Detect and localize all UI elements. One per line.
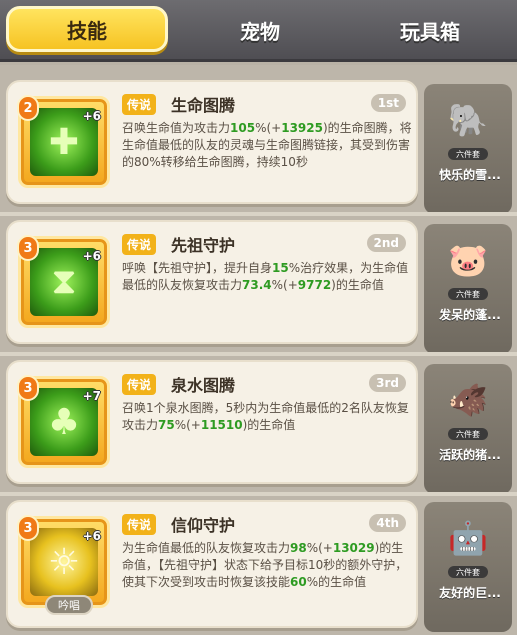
skill-description: 呼唤【先祖守护】，提升自身15%治疗效果，为生命值最低的队友恢复攻击力73.4%…: [122, 261, 409, 292]
skill-icon-slot: ✚ 2 +6: [17, 95, 110, 188]
pig-pet-icon: 🐷: [448, 241, 488, 279]
divider: [0, 352, 517, 356]
skill-card[interactable]: ⧗ 3 +6 传说 先祖守护 2nd 呼唤【先祖守护】，提升自身15%治疗效果，…: [6, 220, 418, 344]
tab-pets[interactable]: 宠物: [185, 8, 335, 52]
pet-slot[interactable]: 🤖 六件套 友好的巨...: [424, 502, 512, 632]
skill-icon-slot: ☼ 3 +6 吟唱: [17, 515, 110, 615]
skill-level-badge: 3: [17, 235, 39, 261]
pet-name: 快乐的雪...: [439, 168, 501, 182]
pet-name: 发呆的蓬...: [439, 308, 501, 322]
boar-pet-icon: 🐗: [448, 381, 488, 419]
skill-plus-level: +6: [82, 249, 101, 263]
skill-level-badge: 2: [17, 95, 39, 121]
skill-plus-level: +6: [82, 109, 101, 123]
elephant-pet-icon: 🐘: [448, 101, 488, 139]
skill-name: 先祖守护: [171, 236, 236, 255]
tab-toybox[interactable]: 玩具箱: [350, 8, 510, 52]
robot-pet-icon: 🤖: [448, 519, 488, 557]
pet-set-badge: 六件套: [448, 428, 488, 440]
pet-name: 活跃的猪...: [439, 448, 501, 462]
rarity-tag: 传说: [122, 514, 157, 535]
chant-badge: 吟唱: [45, 595, 93, 615]
skill-description: 召唤1个泉水图腾，5秒内为生命值最低的2名队友恢复攻击力75%(+11510)的…: [122, 401, 409, 432]
skill-description: 为生命值最低的队友恢复攻击力98%(+13029)的生命值，【先祖守护】状态下给…: [122, 541, 408, 589]
pet-slot[interactable]: 🐘 六件套 快乐的雪...: [424, 84, 512, 214]
skill-name: 信仰守护: [171, 516, 236, 535]
rarity-tag: 传说: [122, 374, 157, 395]
pet-name: 友好的巨...: [439, 586, 501, 600]
skill-icon-slot: ♣ 3 +7: [17, 375, 110, 468]
skill-icon-slot: ⧗ 3 +6: [17, 235, 110, 328]
pet-slot[interactable]: 🐗 六件套 活跃的猪...: [424, 364, 512, 494]
skill-order-badge: 1st: [370, 94, 406, 112]
skill-level-badge: 3: [17, 375, 39, 401]
divider: [0, 212, 517, 216]
pet-set-badge: 六件套: [448, 288, 488, 300]
pet-slot[interactable]: 🐷 六件套 发呆的蓬...: [424, 224, 512, 354]
rarity-tag: 传说: [122, 234, 157, 255]
skill-name: 生命图腾: [171, 96, 236, 115]
skill-card[interactable]: ♣ 3 +7 传说 泉水图腾 3rd 召唤1个泉水图腾，5秒内为生命值最低的2名…: [6, 360, 418, 484]
skill-card[interactable]: ✚ 2 +6 传说 生命图腾 1st 召唤生命值为攻击力105%(+13925)…: [6, 80, 418, 204]
skill-order-badge: 4th: [369, 514, 406, 532]
tab-skills[interactable]: 技能: [6, 6, 168, 52]
skill-name: 泉水图腾: [171, 376, 236, 395]
skill-card[interactable]: ☼ 3 +6 吟唱 传说 信仰守护 4th 为生命值最低的队友恢复攻击力98%(…: [6, 500, 418, 628]
rarity-tag: 传说: [122, 94, 157, 115]
pet-set-badge: 六件套: [448, 566, 488, 578]
skill-order-badge: 2nd: [366, 234, 406, 252]
skill-order-badge: 3rd: [369, 374, 406, 392]
skill-plus-level: +6: [82, 529, 101, 543]
divider: [0, 492, 517, 496]
skill-level-badge: 3: [17, 515, 39, 541]
pet-set-badge: 六件套: [448, 148, 488, 160]
skill-description: 召唤生命值为攻击力105%(+13925)的生命图腾，将生命值最低的队友的灵魂与…: [122, 121, 412, 169]
top-tab-bar: 技能 宠物 玩具箱: [0, 0, 517, 62]
skill-plus-level: +7: [82, 389, 101, 403]
